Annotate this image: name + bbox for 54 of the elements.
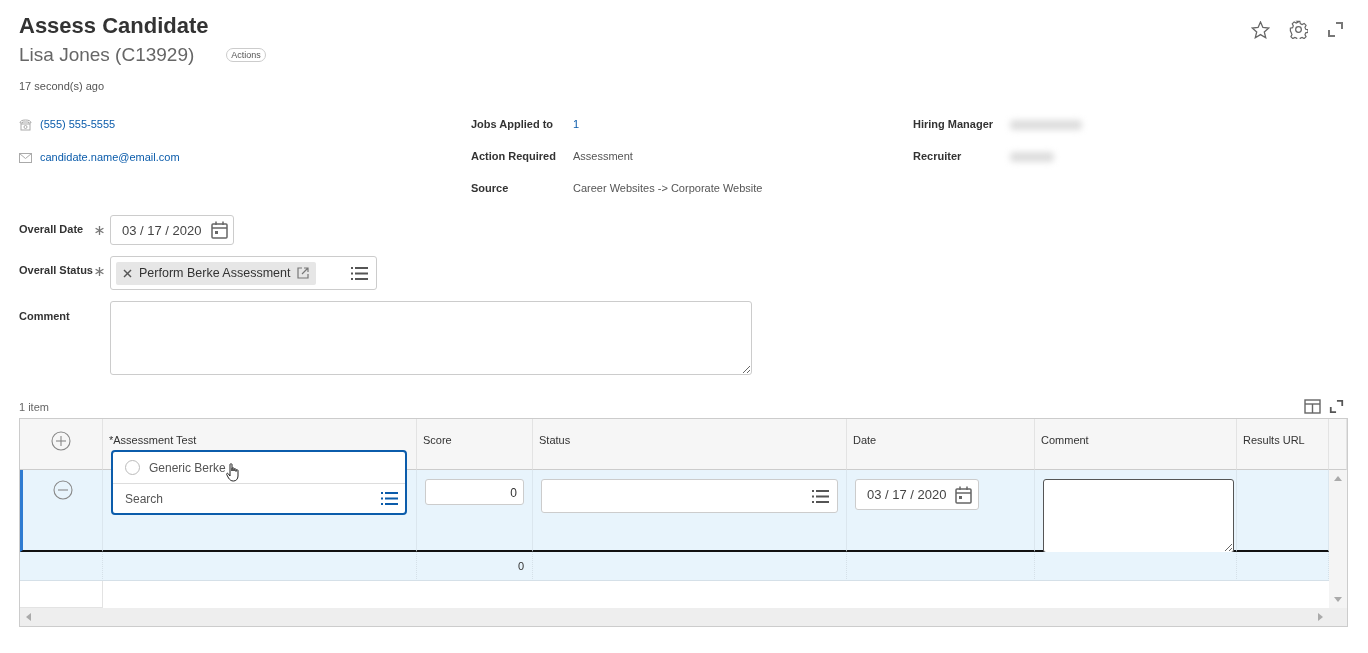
- list-icon[interactable]: [381, 492, 398, 505]
- field-label: Action Required: [471, 149, 557, 164]
- row-selector[interactable]: [20, 470, 103, 552]
- dropdown-option[interactable]: Generic Berke: [113, 452, 405, 484]
- field-label: Source: [471, 181, 510, 196]
- column-header: Comment: [1035, 419, 1237, 470]
- status-field[interactable]: [541, 479, 838, 513]
- phone-icon: [19, 118, 32, 131]
- field-label: Hiring Manager: [913, 117, 995, 132]
- search-field[interactable]: Search: [125, 491, 325, 506]
- expand-icon[interactable]: [1329, 399, 1344, 414]
- blurred-value: [1010, 120, 1082, 130]
- field-label: Jobs Applied to: [471, 117, 555, 132]
- field-label: Overall Status: [19, 263, 94, 276]
- status-field[interactable]: Perform Berke Assessment: [110, 256, 377, 290]
- hand-cursor-icon: [226, 463, 240, 482]
- column-header: Results URL: [1237, 419, 1329, 470]
- actions-button[interactable]: Actions: [226, 48, 266, 62]
- date-field[interactable]: 03 / 17 / 2020: [110, 215, 234, 245]
- list-icon[interactable]: [812, 489, 829, 503]
- header-cell: [1329, 419, 1347, 470]
- list-icon[interactable]: [351, 266, 368, 280]
- expand-icon[interactable]: [1327, 21, 1344, 38]
- item-count: 1 item: [19, 400, 49, 413]
- field-label: Overall Date: [19, 222, 85, 235]
- remove-row-icon[interactable]: [52, 480, 73, 500]
- blurred-value: [1010, 152, 1054, 162]
- status-token[interactable]: Perform Berke Assessment: [116, 261, 317, 285]
- field-value: Assessment: [573, 149, 634, 164]
- field-label: Recruiter: [913, 149, 963, 164]
- email-link[interactable]: candidate.name@email.com: [40, 150, 180, 165]
- calendar-icon[interactable]: [954, 485, 972, 504]
- comment-field[interactable]: [1043, 479, 1234, 553]
- add-row-icon[interactable]: [51, 431, 71, 451]
- star-icon[interactable]: [1251, 20, 1270, 39]
- field-value: Career Websites -> Corporate Website: [573, 181, 763, 196]
- column-header: Date: [847, 419, 1035, 470]
- settings-icon[interactable]: [1289, 20, 1308, 39]
- external-link-icon[interactable]: [297, 267, 310, 279]
- calendar-icon[interactable]: [210, 221, 228, 239]
- column-header: Status: [533, 419, 847, 470]
- field-label: Comment: [19, 309, 71, 322]
- date-field[interactable]: 03 / 17 / 2020: [855, 479, 979, 510]
- remove-icon[interactable]: [123, 268, 132, 278]
- layout-icon[interactable]: [1304, 399, 1321, 414]
- jobs-link[interactable]: 1: [573, 117, 763, 132]
- envelope-icon: [19, 152, 32, 163]
- column-header: Score: [417, 419, 533, 470]
- phone-link[interactable]: (555) 555-5555: [40, 117, 116, 132]
- page-title: Assess Candidate: [19, 12, 209, 40]
- candidate-name: Lisa Jones (C13929): [19, 43, 195, 67]
- score-total: 0: [417, 552, 533, 581]
- score-field[interactable]: 0: [425, 479, 524, 505]
- updated-time: 17 second(s) ago: [19, 80, 104, 92]
